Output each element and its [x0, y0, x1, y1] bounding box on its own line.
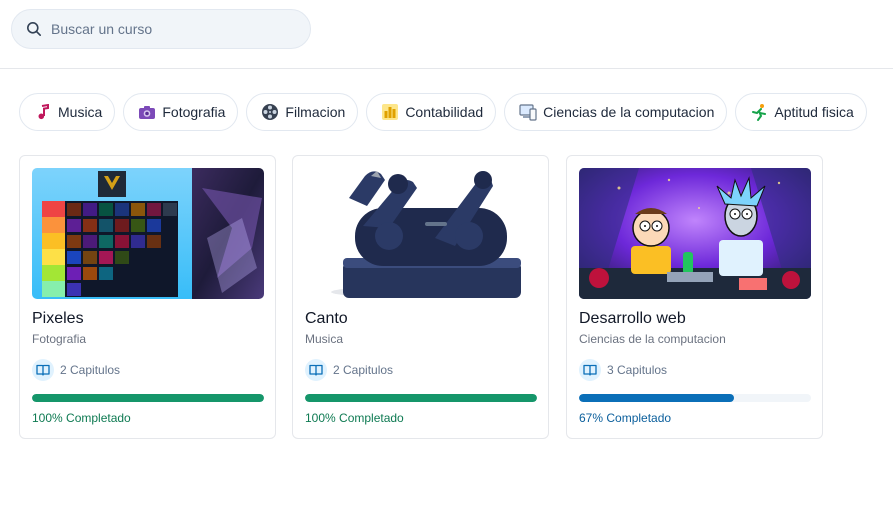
search-icon: [27, 22, 41, 36]
category-ciencias-computacion[interactable]: Ciencias de la computacion: [504, 93, 728, 131]
search-input[interactable]: [51, 21, 281, 37]
bar-chart-icon: [381, 103, 399, 121]
category-label: Musica: [58, 104, 103, 120]
chapter-count-label: 3 Capitulos: [607, 363, 668, 377]
category-aptitud-fisica[interactable]: Aptitud fisica: [735, 93, 867, 131]
progress-bar: [579, 394, 811, 402]
course-title: Canto: [305, 310, 348, 327]
course-category: Musica: [305, 332, 344, 346]
chapter-count-label: 2 Capitulos: [333, 363, 394, 377]
category-list: Musica Fotografia Filmacion Contabilidad…: [19, 93, 867, 131]
progress-label: 67% Completado: [579, 411, 672, 425]
chapter-count: 3 Capitulos: [579, 359, 667, 381]
computer-icon: [519, 103, 537, 121]
category-label: Aptitud fisica: [774, 104, 854, 120]
category-label: Filmacion: [285, 104, 346, 120]
course-category: Fotografia: [32, 332, 87, 346]
progress-bar: [32, 394, 264, 402]
course-image: [32, 168, 264, 299]
course-category: Ciencias de la computacion: [579, 332, 726, 346]
category-label: Fotografia: [162, 104, 226, 120]
progress-fill: [305, 394, 537, 402]
progress-label: 100% Completado: [32, 411, 131, 425]
chapter-count-label: 2 Capitulos: [60, 363, 121, 377]
film-reel-icon: [261, 103, 279, 121]
book-icon: [32, 359, 54, 381]
course-card-canto[interactable]: Canto Musica 2 Capitulos 100% Completado: [292, 155, 549, 439]
course-title: Pixeles: [32, 310, 84, 327]
category-fotografia[interactable]: Fotografia: [123, 93, 239, 131]
course-title: Desarrollo web: [579, 310, 686, 327]
progress-fill: [32, 394, 264, 402]
category-label: Contabilidad: [405, 104, 484, 120]
progress-fill: [579, 394, 735, 402]
category-label: Ciencias de la computacion: [543, 104, 715, 120]
search-box[interactable]: [11, 9, 311, 49]
book-icon: [305, 359, 327, 381]
course-image: [579, 168, 811, 299]
category-musica[interactable]: Musica: [19, 93, 116, 131]
header: [0, 0, 893, 69]
chapter-count: 2 Capitulos: [32, 359, 120, 381]
category-contabilidad[interactable]: Contabilidad: [366, 93, 497, 131]
course-image: [305, 168, 537, 299]
chapter-count: 2 Capitulos: [305, 359, 393, 381]
camera-icon: [138, 103, 156, 121]
runner-icon: [750, 103, 768, 121]
book-icon: [579, 359, 601, 381]
category-filmacion[interactable]: Filmacion: [246, 93, 359, 131]
progress-bar: [305, 394, 537, 402]
course-card-desarrollo-web[interactable]: Desarrollo web Ciencias de la computacio…: [566, 155, 823, 439]
music-note-icon: [34, 103, 52, 121]
course-card-pixeles[interactable]: Pixeles Fotografia 2 Capitulos 100% Comp…: [19, 155, 276, 439]
progress-label: 100% Completado: [305, 411, 404, 425]
